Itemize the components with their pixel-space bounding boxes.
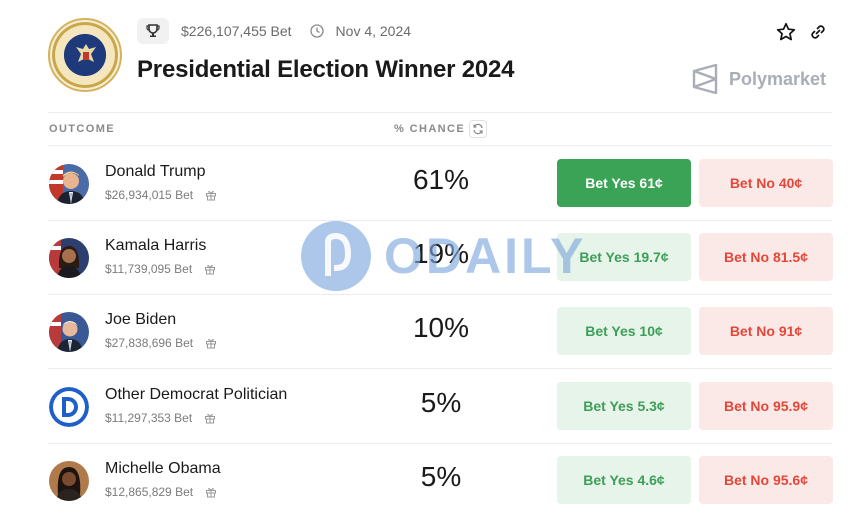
- outcome-name[interactable]: Other Democrat Politician: [105, 386, 287, 404]
- eagle-icon: [76, 44, 96, 62]
- total-volume: $226,107,455 Bet: [181, 23, 292, 39]
- outcome-chance: 5%: [420, 387, 462, 418]
- clock-icon: [309, 24, 324, 38]
- gift-icon[interactable]: [205, 189, 217, 201]
- outcome-chance: 5%: [420, 461, 462, 492]
- bet-yes-button[interactable]: Bet Yes 61¢: [557, 159, 691, 207]
- bet-yes-button[interactable]: Bet Yes 5.3¢: [557, 382, 691, 430]
- market-header: $226,107,455 Bet Nov 4, 2024 Presidentia…: [48, 14, 832, 112]
- end-date: Nov 4, 2024: [335, 23, 412, 39]
- header-actions: [776, 22, 828, 42]
- outcome-bet-amount: $26,934,015 Bet: [105, 188, 194, 202]
- bet-no-button[interactable]: Bet No 91¢: [699, 307, 833, 355]
- bet-no-button[interactable]: Bet No 40¢: [699, 159, 833, 207]
- outcome-chance: 61%: [412, 164, 470, 195]
- avatar-harris: [49, 238, 89, 278]
- table-row[interactable]: Joe Biden $27,838,696 Bet 10% Bet Yes 10…: [48, 294, 833, 368]
- star-icon[interactable]: [776, 22, 796, 42]
- outcome-bet-line: $26,934,015 Bet: [105, 188, 217, 202]
- table-row[interactable]: Other Democrat Politician $11,297,353 Be…: [48, 369, 833, 443]
- table-row[interactable]: Kamala Harris $11,739,095 Bet 19% Bet Ye…: [48, 220, 833, 294]
- bet-no-button[interactable]: Bet No 95.6¢: [699, 456, 833, 504]
- gift-icon[interactable]: [204, 263, 216, 275]
- bet-no-button[interactable]: Bet No 95.9¢: [699, 382, 833, 430]
- trophy-icon[interactable]: [137, 18, 169, 44]
- table-row[interactable]: Donald Trump $26,934,015 Bet 61% Bet Yes…: [48, 146, 833, 220]
- divider: [48, 112, 832, 113]
- democrat-logo-icon: [49, 387, 89, 427]
- outcome-bet-line: $12,865,829 Bet: [105, 485, 217, 499]
- refresh-icon[interactable]: [469, 120, 487, 138]
- bet-yes-button[interactable]: Bet Yes 19.7¢: [557, 233, 691, 281]
- bet-yes-button[interactable]: Bet Yes 4.6¢: [557, 456, 691, 504]
- brand-name: Polymarket: [728, 68, 826, 89]
- gift-icon[interactable]: [205, 337, 217, 349]
- outcome-bet-amount: $27,838,696 Bet: [105, 336, 194, 350]
- gift-icon[interactable]: [204, 412, 216, 424]
- outcome-bet-amount: $12,865,829 Bet: [105, 485, 194, 499]
- outcome-name[interactable]: Kamala Harris: [105, 237, 206, 255]
- avatar-michelle-obama: [49, 461, 89, 501]
- outcome-chance: 19%: [412, 238, 470, 269]
- presidential-seal-image: [48, 18, 122, 92]
- table-row[interactable]: Michelle Obama $12,865,829 Bet 5% Bet Ye…: [48, 443, 833, 513]
- avatar-trump: [49, 164, 89, 204]
- polymarket-brand[interactable]: Polymarket: [691, 64, 826, 94]
- outcome-bet-amount: $11,739,095 Bet: [105, 262, 193, 276]
- market-meta: $226,107,455 Bet Nov 4, 2024: [137, 18, 411, 44]
- outcome-bet-amount: $11,297,353 Bet: [105, 411, 193, 425]
- polymarket-logo-icon: [692, 64, 718, 94]
- outcome-name[interactable]: Joe Biden: [105, 311, 176, 329]
- page-title: Presidential Election Winner 2024: [137, 56, 515, 83]
- bet-yes-button[interactable]: Bet Yes 10¢: [557, 307, 691, 355]
- link-icon[interactable]: [808, 22, 828, 42]
- avatar-biden: [49, 312, 89, 352]
- outcome-chance: 10%: [412, 312, 470, 343]
- outcome-bet-line: $11,297,353 Bet: [105, 411, 216, 425]
- outcome-bet-line: $27,838,696 Bet: [105, 336, 217, 350]
- outcome-column-header: OUTCOME: [49, 123, 116, 135]
- bet-no-button[interactable]: Bet No 81.5¢: [699, 233, 833, 281]
- gift-icon[interactable]: [205, 486, 217, 498]
- outcome-bet-line: $11,739,095 Bet: [105, 262, 216, 276]
- chance-column-header: % CHANCE: [394, 123, 466, 135]
- outcome-name[interactable]: Michelle Obama: [105, 460, 221, 478]
- outcome-name[interactable]: Donald Trump: [105, 163, 206, 181]
